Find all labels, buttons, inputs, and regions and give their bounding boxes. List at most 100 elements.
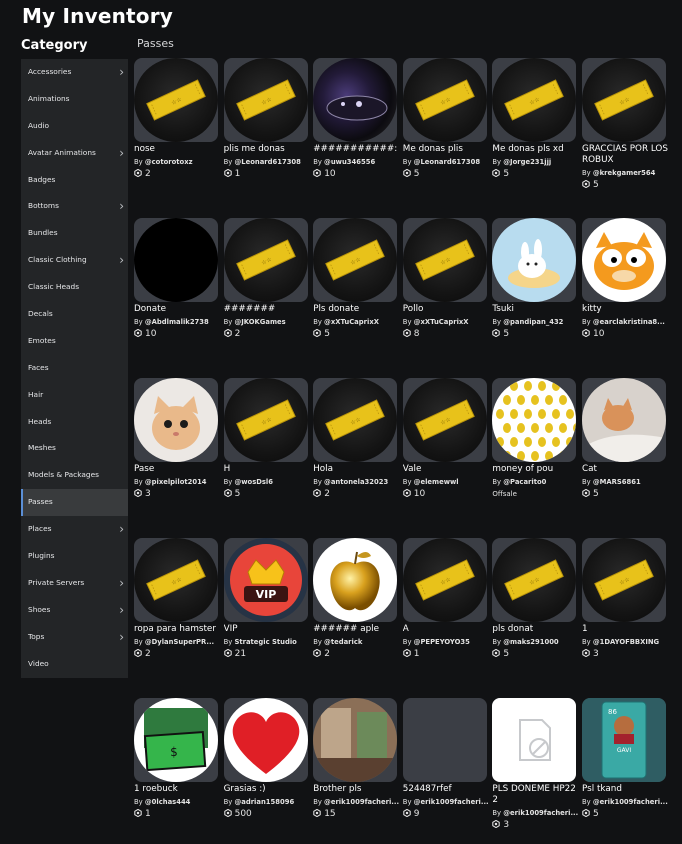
item-thumbnail[interactable]: ☆☆ — [223, 378, 308, 462]
creator-link[interactable]: @maks291000 — [503, 638, 558, 646]
item-name[interactable]: GRACCIAS POR LOS ROBUX — [582, 144, 668, 166]
item-thumbnail[interactable] — [492, 698, 577, 782]
creator-link[interactable]: @elemewwl — [414, 478, 459, 486]
item-card[interactable]: ☆☆ H By @wosDsl6 5 — [223, 378, 310, 500]
item-thumbnail[interactable]: ☆☆ — [402, 538, 487, 622]
item-card[interactable]: ☆☆ A By @PEPEYOYO35 1 — [402, 538, 489, 660]
sidebar-item-avatar-animations[interactable]: Avatar Animations › — [21, 140, 128, 167]
creator-link[interactable]: @xXTuCaprixX — [414, 318, 469, 326]
item-card[interactable]: Cat By @MARS6861 5 — [582, 378, 668, 500]
item-thumbnail[interactable] — [582, 378, 666, 462]
item-name[interactable]: ropa para hamster — [134, 624, 220, 635]
item-thumbnail[interactable] — [223, 698, 308, 782]
sidebar-item-accessories[interactable]: Accessories › — [21, 59, 128, 86]
item-thumbnail[interactable] — [313, 58, 398, 142]
item-name[interactable]: Grasias :) — [224, 784, 310, 795]
item-thumbnail[interactable] — [313, 538, 398, 622]
item-name[interactable]: Brother pls — [313, 784, 399, 795]
item-name[interactable]: Hola — [313, 464, 399, 475]
item-name[interactable]: Pase — [134, 464, 220, 475]
creator-link[interactable]: @adrian158096 — [234, 798, 294, 806]
item-card[interactable]: ☆☆ 1 By @1DAYOFBBXING 3 — [582, 538, 668, 660]
item-name[interactable]: H — [224, 464, 310, 475]
item-thumbnail[interactable] — [492, 378, 577, 462]
creator-link[interactable]: @JKOKGames — [234, 318, 285, 326]
creator-link[interactable]: @Leonard617308 — [234, 158, 300, 166]
item-card[interactable]: 524487rfef By @erik1009facheri... 9 — [402, 698, 489, 820]
item-thumbnail[interactable]: VIP — [223, 538, 308, 622]
item-card[interactable]: ☆☆ Pollo By @xXTuCaprixX 8 — [402, 218, 489, 340]
item-card[interactable]: ☆☆ GRACCIAS POR LOS ROBUX By @krekgamer56… — [582, 58, 668, 191]
creator-link[interactable]: @pandipan_432 — [503, 318, 563, 326]
sidebar-item-tops[interactable]: Tops › — [21, 624, 128, 651]
sidebar-item-private-servers[interactable]: Private Servers › — [21, 570, 128, 597]
item-card[interactable]: ☆☆ ropa para hamster By @DylanSuperPR... 2 — [134, 538, 220, 660]
item-thumbnail[interactable]: ☆☆ — [582, 538, 666, 622]
sidebar-item-models-packages[interactable]: Models & Packages — [21, 462, 128, 489]
item-name[interactable]: Me donas plis — [403, 144, 489, 155]
item-name[interactable]: Pls donate — [313, 304, 399, 315]
item-thumbnail[interactable] — [492, 218, 577, 302]
item-name[interactable]: ###### aple — [313, 624, 399, 635]
item-thumbnail[interactable]: ☆☆ — [223, 218, 308, 302]
item-name[interactable]: Tsuki — [492, 304, 578, 315]
item-card[interactable]: ☆☆ Hola By @antonela32023 2 — [313, 378, 399, 500]
creator-link[interactable]: Strategic Studio — [234, 638, 296, 646]
creator-link[interactable]: @DylanSuperPR... — [145, 638, 214, 646]
item-thumbnail[interactable]: ☆☆ — [402, 218, 487, 302]
item-name[interactable]: 1 — [582, 624, 668, 635]
item-thumbnail[interactable] — [582, 218, 666, 302]
item-thumbnail[interactable] — [402, 698, 487, 782]
item-thumbnail[interactable] — [134, 218, 218, 302]
sidebar-item-places[interactable]: Places › — [21, 516, 128, 543]
item-thumbnail[interactable]: ☆☆ — [492, 58, 577, 142]
creator-link[interactable]: @erik1009facheri... — [324, 798, 399, 806]
item-name[interactable]: 524487rfef — [403, 784, 489, 795]
sidebar-item-bundles[interactable]: Bundles — [21, 220, 128, 247]
creator-link[interactable]: @antonela32023 — [324, 478, 388, 486]
creator-link[interactable]: @1DAYOFBBXING — [593, 638, 659, 646]
sidebar-item-shoes[interactable]: Shoes › — [21, 597, 128, 624]
creator-link[interactable]: @pixelpilot2014 — [145, 478, 207, 486]
item-name[interactable]: PLS DONEME HP222 — [492, 784, 578, 806]
creator-link[interactable]: @Pacarito0 — [503, 478, 546, 486]
creator-link[interactable]: @earclakristina8... — [593, 318, 665, 326]
item-name[interactable]: VIP — [224, 624, 310, 635]
item-card[interactable]: ☆☆ Me donas pls xd By @Jorge231jjj 5 — [492, 58, 578, 180]
creator-link[interactable]: @0lchas444 — [145, 798, 191, 806]
item-thumbnail[interactable]: ☆☆ — [492, 538, 577, 622]
item-name[interactable]: Me donas pls xd — [492, 144, 578, 155]
item-card[interactable]: ☆☆ pls donat By @maks291000 5 — [492, 538, 578, 660]
item-card[interactable]: ☆☆ nose By @cotorotoxz 2 — [134, 58, 220, 180]
item-name[interactable]: Psl tkand — [582, 784, 668, 795]
item-card[interactable]: 86 GAVI Psl tkand By @erik1009facheri... 5 — [582, 698, 668, 820]
item-name[interactable]: 1 roebuck — [134, 784, 220, 795]
item-card[interactable]: Pase By @pixelpilot2014 3 — [134, 378, 220, 500]
sidebar-item-faces[interactable]: Faces — [21, 355, 128, 382]
creator-link[interactable]: @cotorotoxz — [145, 158, 193, 166]
item-name[interactable]: ###########: — [313, 144, 399, 155]
item-name[interactable]: Cat — [582, 464, 668, 475]
sidebar-item-decals[interactable]: Decals — [21, 301, 128, 328]
item-card[interactable]: ☆☆ plis me donas By @Leonard617308 1 — [223, 58, 310, 180]
sidebar-item-classic-heads[interactable]: Classic Heads — [21, 274, 128, 301]
item-thumbnail[interactable]: ☆☆ — [402, 58, 487, 142]
item-card[interactable]: ☆☆ Vale By @elemewwl 10 — [402, 378, 489, 500]
creator-link[interactable]: @xXTuCaprixX — [324, 318, 379, 326]
creator-link[interactable]: @Leonard617308 — [414, 158, 480, 166]
creator-link[interactable]: @Jorge231jjj — [503, 158, 551, 166]
item-card[interactable]: Tsuki By @pandipan_432 5 — [492, 218, 578, 340]
creator-link[interactable]: @Abdlmalik2738 — [145, 318, 209, 326]
sidebar-item-badges[interactable]: Badges — [21, 167, 128, 194]
item-name[interactable]: plis me donas — [224, 144, 310, 155]
item-name[interactable]: kitty — [582, 304, 668, 315]
sidebar-item-animations[interactable]: Animations — [21, 86, 128, 113]
item-card[interactable]: ☆☆ ####### By @JKOKGames 2 — [223, 218, 310, 340]
creator-link[interactable]: @wosDsl6 — [234, 478, 273, 486]
item-thumbnail[interactable] — [134, 378, 218, 462]
item-name[interactable]: Donate — [134, 304, 220, 315]
sidebar-item-classic-clothing[interactable]: Classic Clothing › — [21, 247, 128, 274]
creator-link[interactable]: @erik1009facheri... — [593, 798, 668, 806]
creator-link[interactable]: @erik1009facheri... — [414, 798, 489, 806]
item-thumbnail[interactable]: 86 GAVI — [582, 698, 666, 782]
